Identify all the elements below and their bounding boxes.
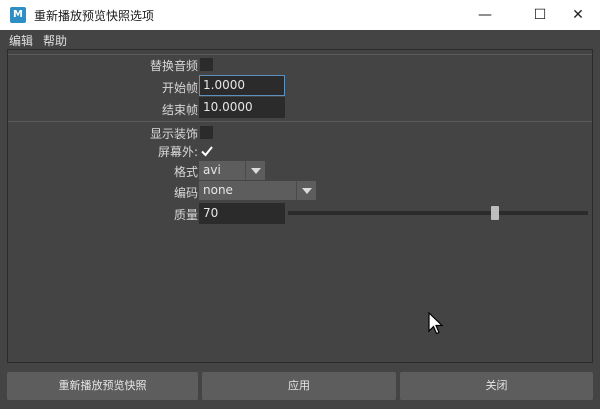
quality-slider-track[interactable] xyxy=(288,211,588,215)
options-panel: 替换音频 开始帧 1.0000 结束帧 10.0000 显示装饰 屏幕外: 格式… xyxy=(7,49,593,363)
end-frame-label: 结束帧 xyxy=(161,103,198,117)
replace-audio-checkbox[interactable] xyxy=(200,58,213,71)
title-bar: M 重新播放预览快照选项 — ☐ ✕ xyxy=(0,0,600,30)
format-selected-value: avi xyxy=(203,163,221,177)
menu-bar: 编辑 帮助 xyxy=(0,30,600,48)
menu-help[interactable]: 帮助 xyxy=(43,32,67,49)
chevron-down-icon xyxy=(296,181,316,200)
replay-preview-button[interactable]: 重新播放预览快照 xyxy=(7,372,198,400)
quality-input[interactable]: 70 xyxy=(199,203,285,224)
minimize-button[interactable]: — xyxy=(462,0,508,30)
window-title: 重新播放预览快照选项 xyxy=(34,9,155,23)
replace-audio-label: 替换音频 xyxy=(149,59,198,73)
show-ornaments-checkbox[interactable] xyxy=(200,126,213,139)
close-button[interactable]: 关闭 xyxy=(400,372,593,400)
apply-button[interactable]: 应用 xyxy=(202,372,396,400)
menu-edit[interactable]: 编辑 xyxy=(9,32,33,49)
end-frame-input[interactable]: 10.0000 xyxy=(199,97,285,118)
chevron-down-icon xyxy=(245,161,265,180)
show-ornaments-label: 显示装饰 xyxy=(149,127,198,141)
offscreen-label: 屏幕外: xyxy=(157,145,198,159)
quality-label: 质量 xyxy=(173,208,198,222)
section-separator xyxy=(8,121,592,122)
format-dropdown[interactable]: avi xyxy=(199,161,265,180)
maya-app-icon: M xyxy=(10,7,26,23)
quality-slider-handle[interactable] xyxy=(491,206,499,220)
offscreen-checkbox[interactable] xyxy=(200,144,214,158)
encoding-selected-value: none xyxy=(203,183,233,197)
checkmark-icon xyxy=(201,146,213,157)
close-window-button[interactable]: ✕ xyxy=(555,0,600,30)
start-frame-label: 开始帧 xyxy=(161,81,198,95)
start-frame-input[interactable]: 1.0000 xyxy=(199,75,285,96)
mouse-cursor-icon xyxy=(428,312,444,335)
encoding-dropdown[interactable]: none xyxy=(199,181,316,200)
encoding-label: 编码 xyxy=(173,186,198,200)
panel-divider xyxy=(8,50,592,55)
format-label: 格式 xyxy=(173,165,198,179)
